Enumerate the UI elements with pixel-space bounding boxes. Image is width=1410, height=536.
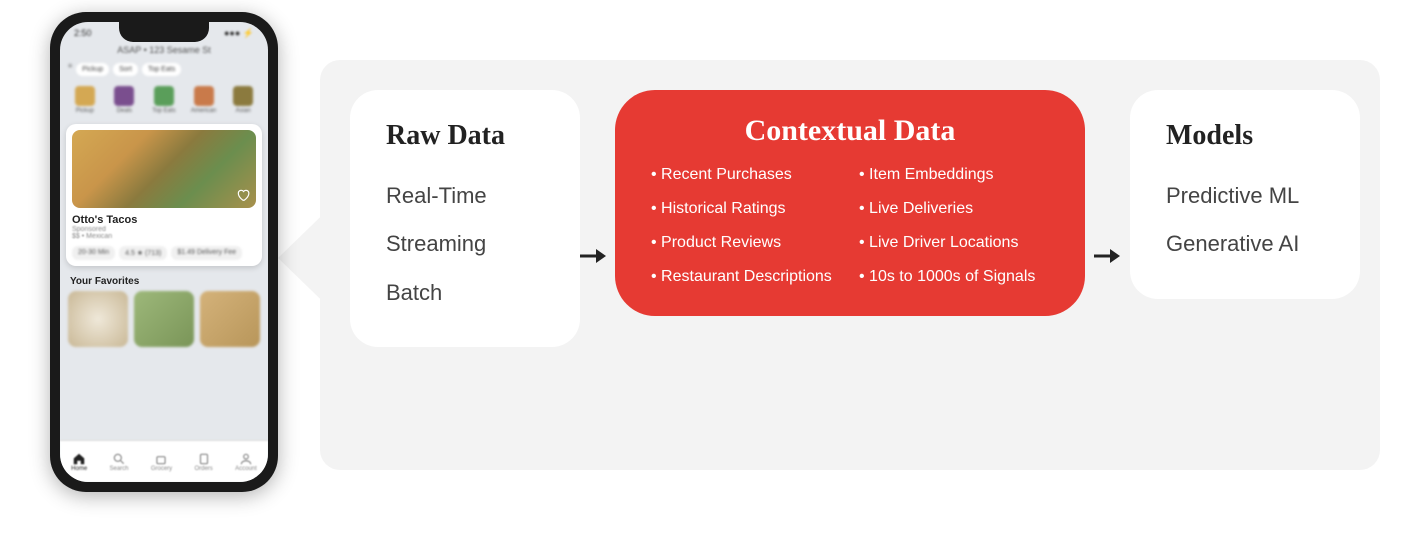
phone-location-header: ASAP • 123 Sesame St	[60, 41, 268, 59]
orders-icon	[197, 452, 211, 466]
status-icons: ●●● ⚡	[224, 28, 254, 39]
phone-notch	[119, 22, 209, 42]
contextual-item: 10s to 1000s of Signals	[859, 268, 1049, 286]
restaurant-name: Otto's Tacos	[72, 214, 256, 226]
filter-pill: Pickup	[76, 63, 109, 76]
raw-data-card: Raw Data Real-Time Streaming Batch	[350, 90, 580, 347]
restaurant-image	[72, 130, 256, 208]
raw-data-title: Raw Data	[386, 120, 544, 152]
contextual-bullets: Recent Purchases Item Embeddings Histori…	[651, 166, 1049, 286]
models-title: Models	[1166, 120, 1324, 152]
search-icon	[112, 452, 126, 466]
raw-data-item: Real-Time	[386, 172, 544, 220]
callout-tail	[278, 196, 342, 320]
contextual-item: Recent Purchases	[651, 166, 841, 184]
favorites-title: Your Favorites	[60, 270, 268, 291]
contextual-item: Restaurant Descriptions	[651, 268, 841, 286]
phone-mockup: 2:50 ●●● ⚡ ASAP • 123 Sesame St ≡ Pickup…	[50, 12, 278, 492]
phone-screen: 2:50 ●●● ⚡ ASAP • 123 Sesame St ≡ Pickup…	[60, 22, 268, 482]
contextual-item: Product Reviews	[651, 234, 841, 252]
arrow-icon	[1094, 246, 1122, 266]
home-icon	[72, 452, 86, 466]
restaurant-stats: 20-30 Min 4.5 ★ (713) $1.49 Delivery Fee	[72, 246, 256, 260]
contextual-title: Contextual Data	[651, 114, 1049, 148]
favorites-row	[60, 291, 268, 347]
contextual-item: Live Driver Locations	[859, 234, 1049, 252]
contextual-item: Live Deliveries	[859, 200, 1049, 218]
raw-data-item: Streaming	[386, 220, 544, 268]
phone-filters: ≡ Pickup Sort Top Eats	[60, 59, 268, 80]
models-item: Predictive ML	[1166, 172, 1324, 220]
filter-pill: Sort	[113, 63, 138, 76]
phone-categories: Pickup Deals Top Eats American Asian	[60, 80, 268, 120]
contextual-item: Item Embeddings	[859, 166, 1049, 184]
models-card: Models Predictive ML Generative AI	[1130, 90, 1360, 299]
contextual-item: Historical Ratings	[651, 200, 841, 218]
phone-tabbar: Home Search Grocery Orders Account	[60, 440, 268, 482]
arrow-icon	[580, 246, 608, 266]
raw-data-item: Batch	[386, 269, 544, 317]
restaurant-sponsored: Sponsored	[72, 226, 256, 233]
filter-pill: Top Eats	[142, 63, 181, 76]
status-time: 2:50	[74, 28, 92, 39]
phone-restaurant-card: Otto's Tacos Sponsored $$ • Mexican 20-3…	[66, 124, 262, 266]
account-icon	[239, 452, 253, 466]
grocery-icon	[154, 452, 168, 466]
heart-icon	[236, 188, 250, 202]
restaurant-subline: $$ • Mexican	[72, 233, 256, 240]
contextual-data-card: Contextual Data Recent Purchases Item Em…	[615, 90, 1085, 316]
models-item: Generative AI	[1166, 220, 1324, 268]
